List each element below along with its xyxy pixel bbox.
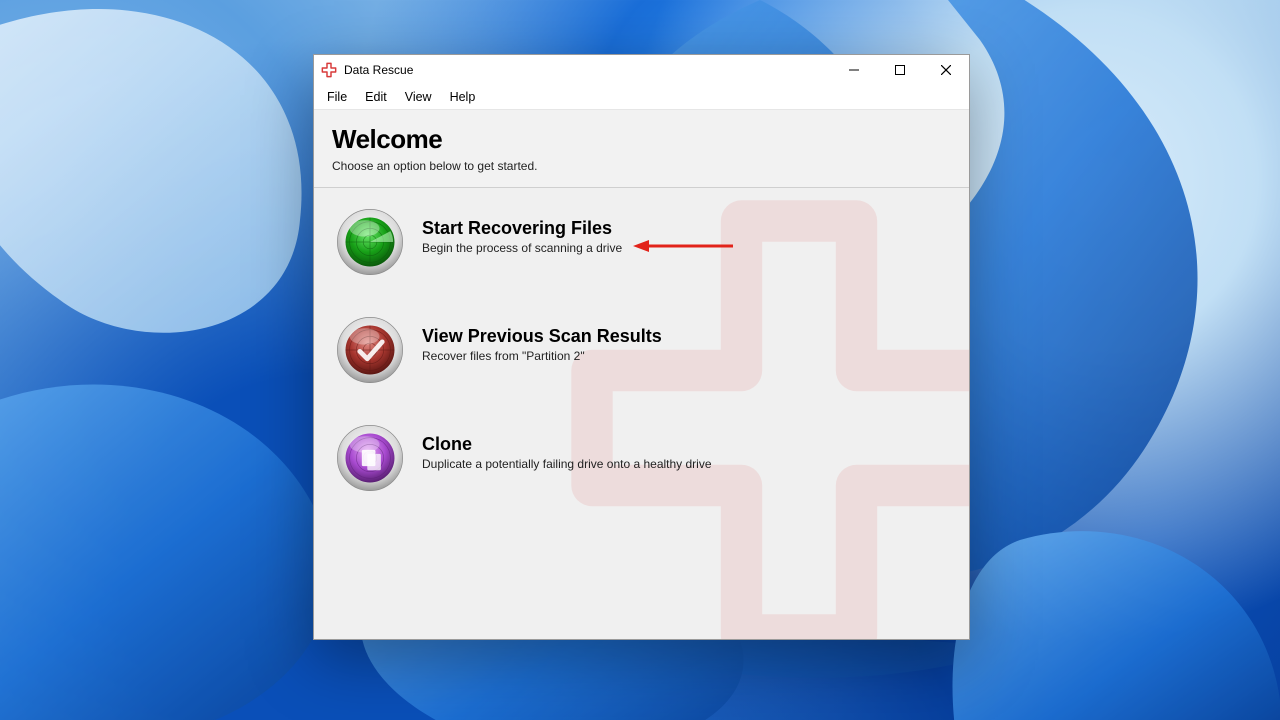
radar-purple-icon bbox=[336, 424, 404, 492]
data-rescue-window: Data Rescue File Edit View Help Welcome … bbox=[313, 54, 970, 640]
page-title: Welcome bbox=[332, 124, 951, 155]
menu-help[interactable]: Help bbox=[441, 87, 485, 107]
option-previous-results[interactable]: View Previous Scan Results Recover files… bbox=[314, 296, 969, 404]
radar-green-icon bbox=[336, 208, 404, 276]
radar-red-icon bbox=[336, 316, 404, 384]
titlebar: Data Rescue bbox=[314, 55, 969, 85]
option-previous-desc: Recover files from "Partition 2" bbox=[422, 349, 662, 363]
page-subtitle: Choose an option below to get started. bbox=[332, 159, 951, 173]
content-area: Start Recovering Files Begin the process… bbox=[314, 188, 969, 639]
close-icon bbox=[941, 65, 951, 75]
option-recover-title: Start Recovering Files bbox=[422, 218, 622, 239]
option-clone-title: Clone bbox=[422, 434, 712, 455]
app-icon bbox=[320, 61, 338, 79]
maximize-button[interactable] bbox=[877, 55, 923, 85]
window-title: Data Rescue bbox=[344, 63, 413, 77]
option-previous-title: View Previous Scan Results bbox=[422, 326, 662, 347]
option-clone-desc: Duplicate a potentially failing drive on… bbox=[422, 457, 712, 471]
menubar: File Edit View Help bbox=[314, 85, 969, 110]
welcome-header: Welcome Choose an option below to get st… bbox=[314, 110, 969, 188]
option-clone[interactable]: Clone Duplicate a potentially failing dr… bbox=[314, 404, 969, 512]
menu-file[interactable]: File bbox=[318, 87, 356, 107]
menu-edit[interactable]: Edit bbox=[356, 87, 396, 107]
option-start-recovering[interactable]: Start Recovering Files Begin the process… bbox=[314, 188, 969, 296]
minimize-button[interactable] bbox=[831, 55, 877, 85]
close-button[interactable] bbox=[923, 55, 969, 85]
menu-view[interactable]: View bbox=[396, 87, 441, 107]
option-recover-desc: Begin the process of scanning a drive bbox=[422, 241, 622, 255]
minimize-icon bbox=[849, 65, 859, 75]
maximize-icon bbox=[895, 65, 905, 75]
